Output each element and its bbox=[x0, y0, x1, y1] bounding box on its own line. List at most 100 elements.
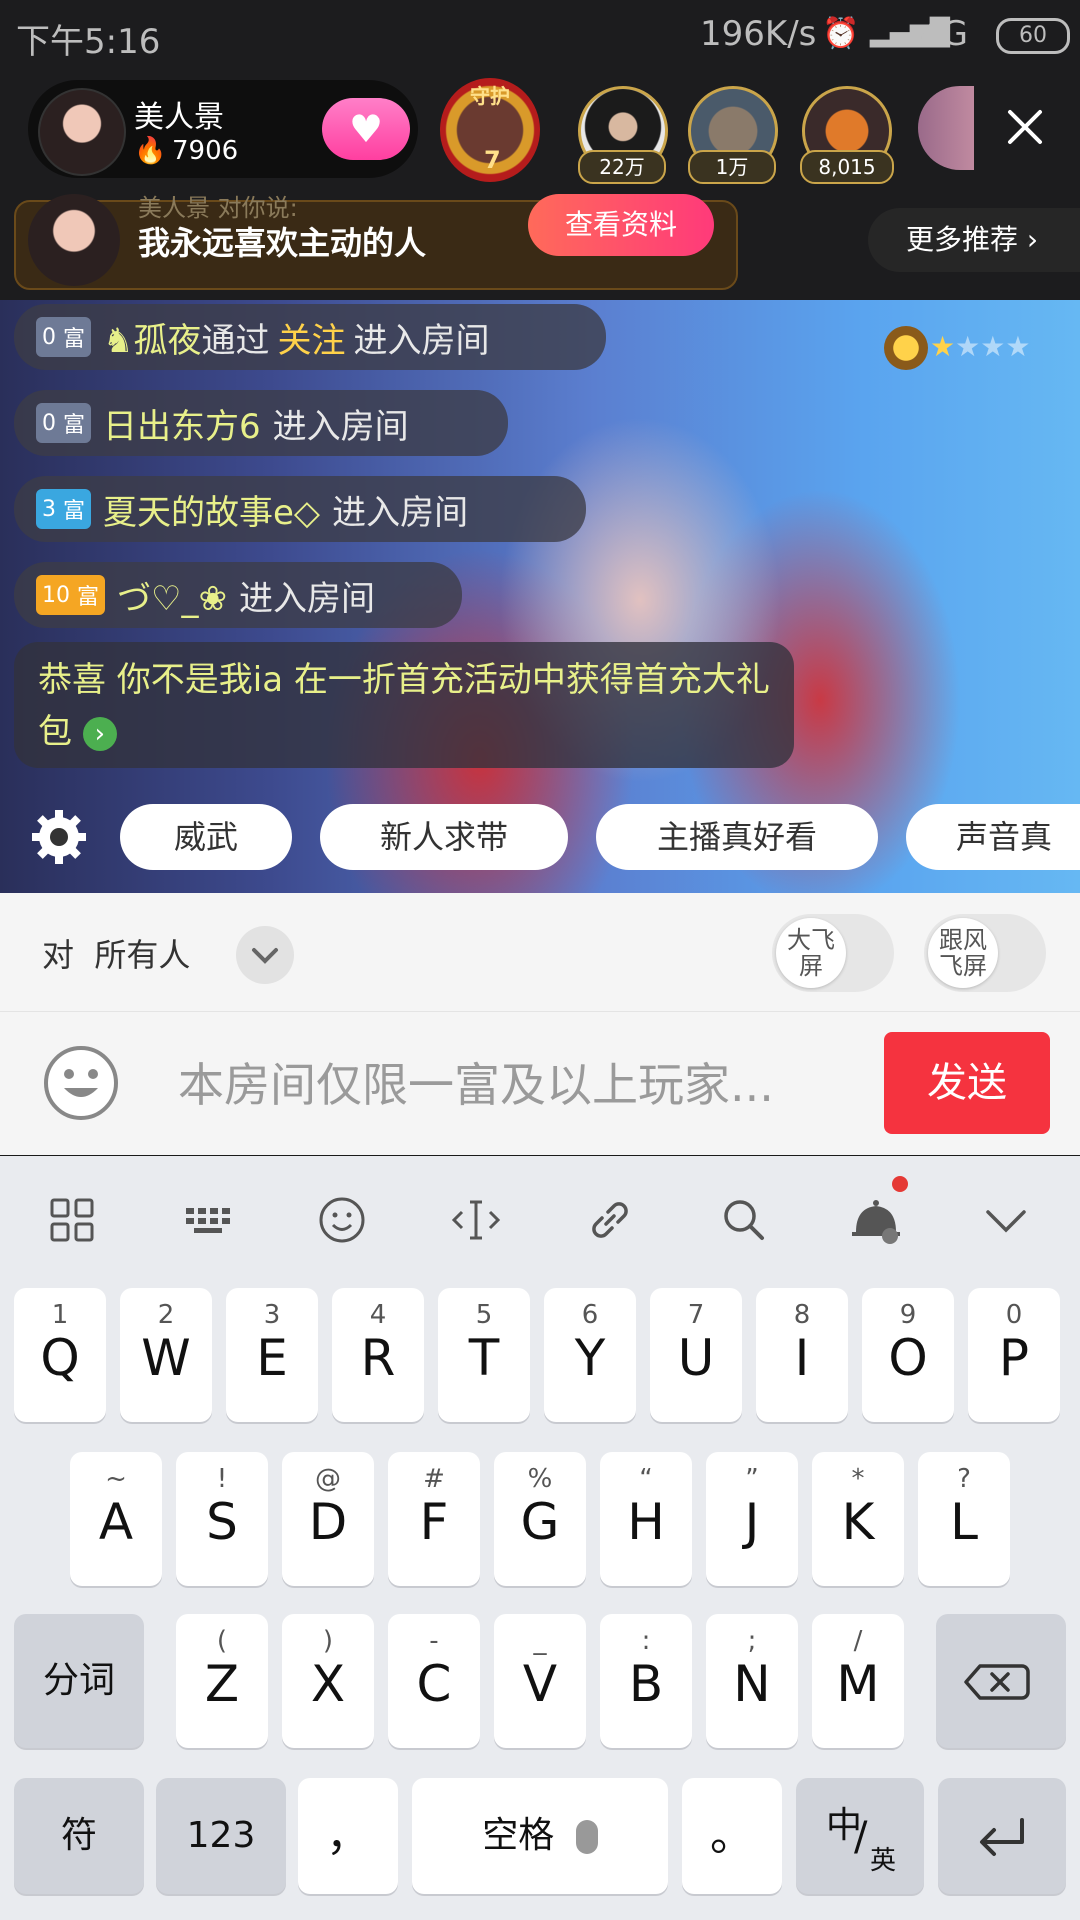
chat-username[interactable]: 日出东方6 bbox=[103, 399, 261, 448]
search-icon[interactable] bbox=[716, 1192, 772, 1248]
alarm-icon: ⏰ bbox=[822, 16, 860, 51]
target-value: 所有人 bbox=[94, 936, 191, 974]
chat-message[interactable]: 10 富 づ♡_❀ 进入房间 bbox=[14, 562, 462, 628]
rich-badge: 10 富 bbox=[36, 575, 106, 615]
target-selector[interactable]: 对 所有人 bbox=[42, 930, 190, 976]
smiley-icon[interactable] bbox=[314, 1192, 370, 1248]
chat-enter: 进入房间 bbox=[353, 320, 490, 361]
lang-slash: / bbox=[854, 1814, 868, 1860]
chat-username[interactable]: 夏天的故事e◇ bbox=[103, 485, 320, 534]
period-key[interactable]: 。 bbox=[682, 1778, 782, 1894]
emoji-icon[interactable] bbox=[42, 1044, 120, 1122]
gear-icon[interactable] bbox=[28, 806, 90, 868]
view-profile-button[interactable]: 查看资料 bbox=[528, 194, 714, 256]
chevron-right-icon[interactable]: › bbox=[82, 716, 117, 751]
congrats-message[interactable]: 恭喜 你不是我ia 在一折首充活动中获得首充大礼包 › bbox=[14, 642, 794, 768]
heart-icon: ♥ bbox=[348, 107, 384, 151]
key-c[interactable]: -C bbox=[388, 1614, 480, 1748]
key-e[interactable]: 3E bbox=[226, 1288, 318, 1422]
star-rating: ★★★★ bbox=[930, 330, 1031, 363]
rich-badge: 0 富 bbox=[36, 403, 92, 443]
follow-heart-button[interactable]: ♥ bbox=[322, 98, 410, 160]
symbol-key[interactable]: 符 bbox=[14, 1778, 144, 1894]
comma-key[interactable]: ， bbox=[298, 1778, 398, 1894]
key-u[interactable]: 7U bbox=[650, 1288, 742, 1422]
key-x[interactable]: ) X bbox=[282, 1614, 374, 1748]
space-label: 空格 bbox=[482, 1815, 555, 1856]
key-h[interactable]: “H bbox=[600, 1452, 692, 1586]
key-j[interactable]: ” J bbox=[706, 1452, 798, 1586]
enter-icon bbox=[980, 1818, 1024, 1856]
key-d[interactable]: @ D bbox=[282, 1452, 374, 1586]
key-z[interactable]: (Z bbox=[176, 1614, 268, 1748]
cursor-icon[interactable] bbox=[448, 1192, 504, 1248]
quick-reply-button[interactable]: 主播真好看 bbox=[596, 804, 878, 870]
key-k[interactable]: * K bbox=[812, 1452, 904, 1586]
space-key[interactable]: 空格 bbox=[412, 1778, 668, 1894]
notification-dot bbox=[892, 1176, 908, 1192]
close-icon[interactable] bbox=[1000, 102, 1050, 152]
target-prefix: 对 bbox=[42, 936, 75, 974]
bell-icon[interactable] bbox=[846, 1192, 906, 1248]
chat-enter: 进入房间 bbox=[272, 406, 409, 447]
backspace-key[interactable] bbox=[936, 1614, 1066, 1748]
invite-avatar bbox=[28, 194, 120, 286]
key-o[interactable]: 9O bbox=[862, 1288, 954, 1422]
quick-reply-button[interactable]: 威武 bbox=[120, 804, 292, 870]
quick-reply-button[interactable]: 新人求带 bbox=[320, 804, 568, 870]
backspace-icon bbox=[964, 1664, 1030, 1700]
segment-key[interactable]: 分词 bbox=[14, 1614, 144, 1748]
keyboard-icon[interactable] bbox=[180, 1192, 236, 1248]
chat-message[interactable]: 0 富 ♞孤夜 通过 关注 进入房间 bbox=[14, 304, 606, 370]
send-button[interactable]: 发送 bbox=[884, 1032, 1050, 1134]
number-key[interactable]: 123 bbox=[156, 1778, 286, 1894]
battery-level: 60 bbox=[1019, 23, 1047, 48]
chevron-down-icon[interactable] bbox=[236, 926, 294, 984]
rich-badge: 0 富 bbox=[36, 317, 92, 357]
key-t[interactable]: 5T bbox=[438, 1288, 530, 1422]
key-f[interactable]: # F bbox=[388, 1452, 480, 1586]
follow-flyscreen-label: 跟风飞屏 bbox=[928, 918, 998, 988]
status-net-speed: 196K/s bbox=[700, 14, 817, 54]
key-m[interactable]: / M bbox=[812, 1614, 904, 1748]
invite-message: 我永远喜欢主动的人 bbox=[138, 224, 427, 262]
link-icon[interactable] bbox=[582, 1192, 638, 1248]
key-q[interactable]: 1Q bbox=[14, 1288, 106, 1422]
fire-icon: 🔥 bbox=[134, 136, 167, 166]
key-v[interactable]: _ V bbox=[494, 1614, 586, 1748]
more-recommend-button[interactable]: 更多推荐 › bbox=[868, 208, 1080, 272]
key-i[interactable]: 8I bbox=[756, 1288, 848, 1422]
quick-reply-button[interactable]: 声音真好 bbox=[906, 804, 1080, 870]
chat-message[interactable]: 3 富 夏天的故事e◇ 进入房间 bbox=[14, 476, 586, 542]
apps-grid-icon[interactable] bbox=[44, 1192, 100, 1248]
microphone-icon bbox=[575, 1820, 598, 1854]
message-input[interactable] bbox=[178, 1050, 858, 1120]
language-switch-key[interactable]: 中 / 英 bbox=[796, 1778, 924, 1894]
chat-message[interactable]: 0 富 日出东方6 进入房间 bbox=[14, 390, 508, 456]
key-a[interactable]: ~ A bbox=[70, 1452, 162, 1586]
viewer-count: 8,015 bbox=[800, 150, 894, 184]
follow-flyscreen-toggle[interactable]: 跟风飞屏 bbox=[924, 914, 1046, 992]
chat-username[interactable]: ♞孤夜 bbox=[103, 313, 201, 362]
streamer-avatar[interactable] bbox=[38, 88, 126, 176]
key-n[interactable]: ; N bbox=[706, 1614, 798, 1748]
chat-enter: 进入房间 bbox=[332, 492, 469, 533]
key-l[interactable]: ? L bbox=[918, 1452, 1010, 1586]
rich-badge: 3 富 bbox=[36, 489, 92, 529]
congrats-text: 恭喜 你不是我ia 在一折首充活动中获得首充大礼包 bbox=[38, 660, 770, 752]
key-w[interactable]: 2W bbox=[120, 1288, 212, 1422]
collapse-keyboard-icon[interactable] bbox=[978, 1192, 1034, 1248]
battery-icon: 60 bbox=[996, 18, 1070, 54]
key-y[interactable]: 6Y bbox=[544, 1288, 636, 1422]
key-r[interactable]: 4R bbox=[332, 1288, 424, 1422]
big-flyscreen-toggle[interactable]: 大飞屏 bbox=[772, 914, 894, 992]
chat-username[interactable]: づ♡_❀ bbox=[117, 571, 227, 620]
key-b[interactable]: :B bbox=[600, 1614, 692, 1748]
key-s[interactable]: ! S bbox=[176, 1452, 268, 1586]
key-g[interactable]: % G bbox=[494, 1452, 586, 1586]
lang-sub-label: 英 bbox=[870, 1846, 897, 1876]
enter-key[interactable] bbox=[938, 1778, 1066, 1894]
chat-action: 关注 bbox=[277, 320, 346, 361]
key-p[interactable]: 0P bbox=[968, 1288, 1060, 1422]
status-signal: 4G bbox=[920, 14, 968, 54]
